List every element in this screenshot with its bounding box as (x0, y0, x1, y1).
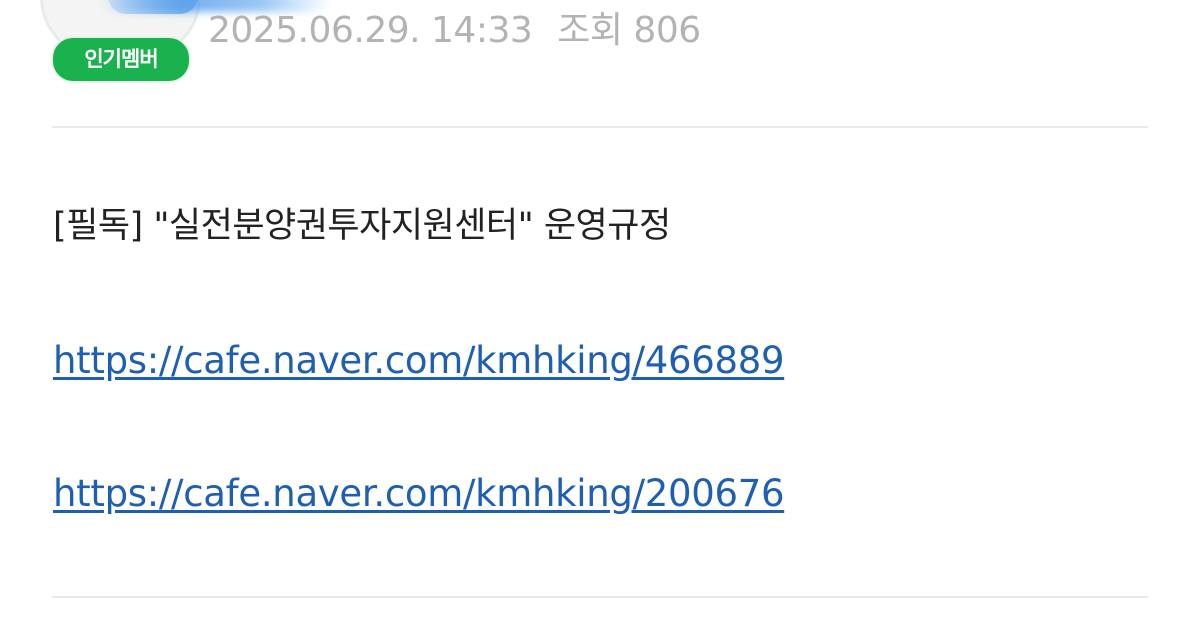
footer-divider (52, 596, 1148, 598)
post-date: 2025.06.29. 14:33 (208, 10, 533, 51)
header-divider (52, 126, 1148, 128)
notice-title: [필독] "실전분양권투자지원센터" 운영규정 (53, 206, 671, 246)
post-meta: 2025.06.29. 14:33 조회 806 (208, 1, 701, 53)
views-count: 806 (633, 10, 701, 51)
post-link-1[interactable]: https://cafe.naver.com/kmhking/466889 (53, 333, 785, 389)
post-link-2[interactable]: https://cafe.naver.com/kmhking/200676 (53, 466, 785, 522)
popular-member-badge: 인기멤버 (51, 36, 191, 83)
views-label: 조회 (557, 10, 623, 51)
post-body: [필독] "실전분양권투자지원센터" 운영규정 https://cafe.nav… (53, 198, 1153, 515)
post-header: 인기멤버 2025.06.29. 14:33 조회 806 (0, 0, 1200, 125)
